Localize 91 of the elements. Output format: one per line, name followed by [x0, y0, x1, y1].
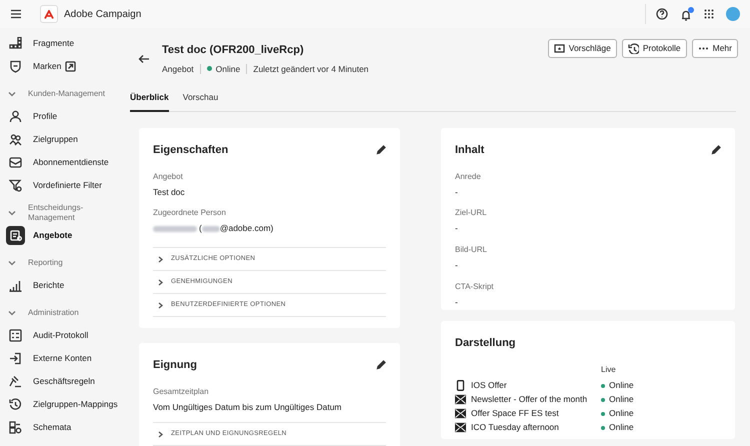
- sidebar-item[interactable]: Marken: [0, 55, 124, 78]
- envelope-icon: [9, 156, 22, 169]
- sidebar-item[interactable]: Externe Konten: [0, 347, 124, 370]
- sidebar-item[interactable]: Zielgruppen-Mappings: [0, 393, 124, 416]
- person-icon: [9, 110, 22, 123]
- field-label: Gesamtzeitplan: [153, 386, 210, 398]
- envelope-icon: [455, 422, 466, 433]
- sidebar-item[interactable]: Berichte: [0, 274, 124, 297]
- list-icon: [9, 329, 22, 342]
- field-label: CTA-Skript: [455, 280, 495, 293]
- back-arrow-icon[interactable]: [138, 54, 150, 64]
- apps-grid-icon[interactable]: [704, 9, 714, 19]
- field-value: -: [455, 259, 459, 272]
- field-label: Anrede: [455, 170, 482, 182]
- offer-type: Angebot: [162, 62, 194, 76]
- menu-icon[interactable]: [10, 9, 22, 19]
- envelope-icon: [455, 408, 466, 419]
- section-header[interactable]: Kunden-Management: [0, 82, 124, 105]
- schema-icon: [9, 421, 22, 434]
- sidebar-item[interactable]: Fragmente: [0, 32, 124, 55]
- field-value: -: [455, 222, 459, 235]
- offer-name: Newsletter - Offer of the month: [471, 393, 588, 406]
- card-title: Eignung: [153, 358, 197, 373]
- external-link-icon: [65, 61, 76, 72]
- toolbar-button[interactable]: Vorschläge: [548, 39, 617, 58]
- offer-name: ICO Tuesday afternoon: [471, 421, 559, 434]
- toolbar-button[interactable]: Mehr: [692, 39, 738, 58]
- document-gear-icon: [9, 229, 22, 242]
- email-domain: @adobe.com): [220, 222, 274, 235]
- sidebar-item[interactable]: Zielgruppen: [0, 128, 124, 151]
- redacted-email-user: [202, 226, 220, 232]
- sidebar-item[interactable]: Audit-Protokoll: [0, 324, 124, 347]
- pencil-icon[interactable]: [376, 145, 386, 156]
- email-open-paren: (: [199, 222, 202, 235]
- sidebar-item[interactable]: Abonnementdienste: [0, 151, 124, 174]
- sidebar-item[interactable]: Vordefinierte Filter: [0, 174, 124, 197]
- help-icon[interactable]: [656, 8, 668, 20]
- gavel-icon: [9, 375, 22, 388]
- field-label: Bild-URL: [455, 244, 488, 256]
- offer-name: IOS Offer: [471, 379, 507, 392]
- history-icon: [9, 398, 22, 411]
- filter-icon: [9, 179, 22, 192]
- status-text: Online: [216, 62, 240, 76]
- card-title: Inhalt: [455, 143, 484, 158]
- section-header[interactable]: Entscheidungs-Management: [0, 201, 124, 224]
- tab[interactable]: Überblick: [130, 91, 169, 112]
- sidebar-item[interactable]: Profile: [0, 105, 124, 128]
- section-label: Kunden-Management: [28, 88, 105, 98]
- bell-icon: [680, 9, 692, 21]
- sidebar-item[interactable]: Angebote: [0, 224, 124, 247]
- section-header[interactable]: Administration: [0, 301, 124, 324]
- column-header: Live: [601, 364, 617, 376]
- shield-icon: [9, 60, 22, 73]
- star-box-icon: [554, 43, 565, 54]
- pencil-icon[interactable]: [376, 360, 386, 370]
- sign-in-icon: [9, 352, 22, 365]
- phone-icon: [455, 380, 466, 391]
- field-value: Test doc: [153, 186, 186, 198]
- field-value: -: [455, 186, 459, 198]
- section-label: Reporting: [28, 258, 63, 268]
- tab[interactable]: Vorschau: [182, 91, 218, 112]
- card-title: Eigenschaften: [153, 143, 228, 158]
- field-label: Ziel-URL: [455, 207, 488, 220]
- pencil-icon[interactable]: [711, 145, 721, 156]
- status-text: Online: [609, 393, 634, 406]
- field-value: -: [455, 296, 459, 308]
- app-name: Adobe Campaign: [64, 8, 142, 22]
- section-header[interactable]: Reporting: [0, 251, 124, 274]
- history-icon: [628, 43, 639, 54]
- status-text: Online: [609, 421, 634, 434]
- people-icon: [9, 133, 22, 146]
- bar-chart-icon: [9, 279, 22, 292]
- sidebar-item[interactable]: Schemata: [0, 416, 124, 439]
- field-value: Vom Ungültiges Datum bis zum Ungültiges Datum: [153, 400, 342, 414]
- card-title: Darstellung: [455, 336, 516, 351]
- offer-name: Offer Space FF ES test: [471, 407, 559, 420]
- status-text: Online: [609, 379, 634, 392]
- envelope-icon: [455, 394, 466, 405]
- toolbar-button[interactable]: Protokolle: [622, 39, 687, 58]
- status-text: Online: [609, 407, 634, 420]
- modified-text: Zuletzt geändert vor 4 Minuten: [253, 62, 369, 76]
- redacted-name: [153, 226, 197, 232]
- field-label: Zugeordnete Person: [153, 207, 227, 220]
- field-label: Angebot: [153, 170, 184, 182]
- section-label: Administration: [28, 308, 79, 318]
- sidebar-item[interactable]: Geschäftsregeln: [0, 370, 124, 393]
- blocks-icon: [9, 37, 22, 50]
- section-label: Entscheidungs-Management: [28, 202, 84, 222]
- logo-mark-icon: [44, 10, 54, 18]
- notifications-button[interactable]: [680, 7, 694, 21]
- page-title: Test doc (OFR200_liveRcp): [162, 43, 305, 58]
